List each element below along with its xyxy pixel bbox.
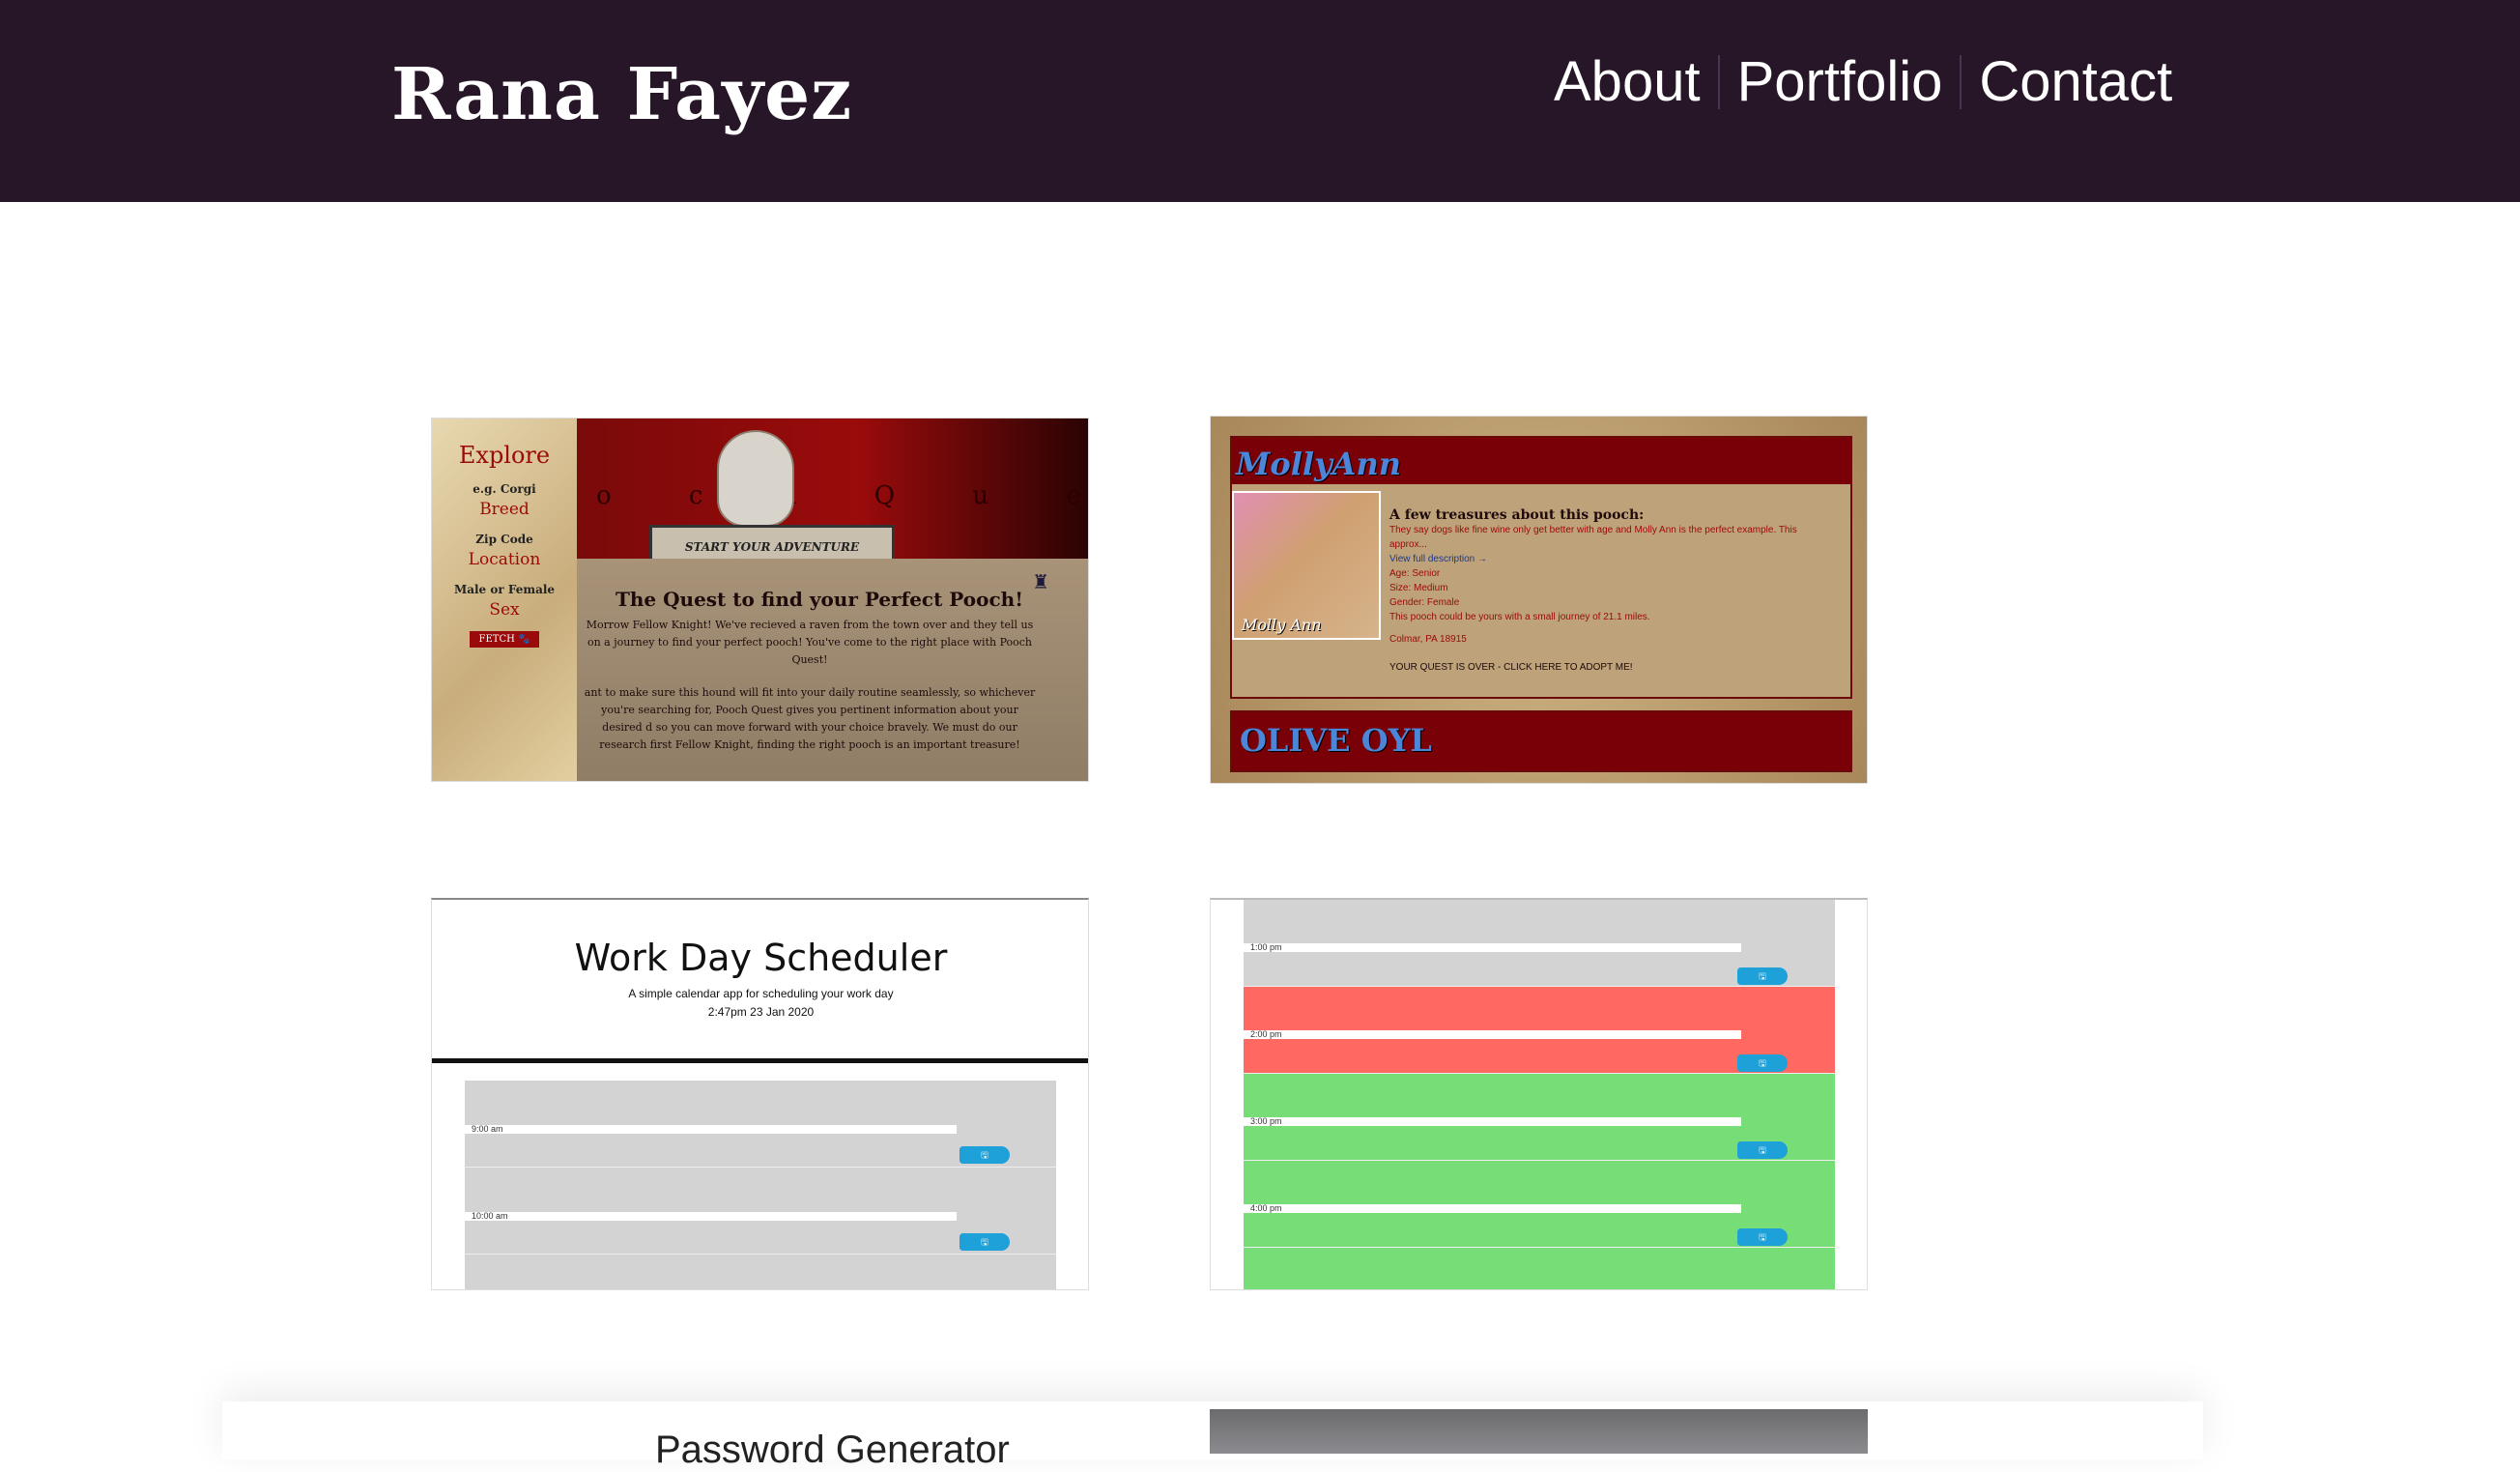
ma-next-name: OLIVE OYL xyxy=(1240,722,1432,759)
pq-sidebar: Explore e.g. Corgi Breed Zip Code Locati… xyxy=(432,419,579,781)
pq-para-1: Morrow Fellow Knight! We've recieved a r… xyxy=(586,619,1034,666)
save-icon: 🖫 xyxy=(959,1233,1010,1251)
wr-hour-row-past: 1:00 pm 🖫 xyxy=(1244,900,1835,987)
ws-subtitle: A simple calendar app for scheduling you… xyxy=(628,987,894,1000)
ws-hour-row: 10:00 am 🖫 xyxy=(465,1168,1056,1255)
dog-photo-image: Molly Ann xyxy=(1232,491,1381,640)
save-icon: 🖫 xyxy=(1737,967,1788,985)
nav-about[interactable]: About xyxy=(1536,43,1718,121)
nav-contact[interactable]: Contact xyxy=(1962,43,2190,121)
nav-portfolio[interactable]: Portfolio xyxy=(1720,43,1961,121)
castle-icon: ♜ xyxy=(1032,572,1049,593)
project-card-scheduler-colors[interactable]: 1:00 pm 🖫 2:00 pm 🖫 3:00 pm 🖫 4:00 pm 🖫 xyxy=(1210,898,1868,1290)
ws-datetime: 2:47pm 23 Jan 2020 xyxy=(707,1005,815,1019)
pq-breed: Breed xyxy=(479,500,530,519)
ma-more-link: View full description → xyxy=(1389,554,1487,564)
pq-fetch-button: FETCH 🐾 xyxy=(469,631,540,648)
pg-title: Password Generator xyxy=(655,1429,1010,1471)
pq-breed-hint: e.g. Corgi xyxy=(472,482,536,496)
ws-hour-label: 9:00 am xyxy=(465,1125,957,1134)
ma-dog-name: MollyAnn xyxy=(1236,446,1402,482)
ma-info: A few treasures about this pooch: They s… xyxy=(1389,508,1834,675)
ws-divider xyxy=(432,1058,1088,1063)
pq-para-2: ant to make sure this hound will fit int… xyxy=(584,686,1036,751)
project-card-scheduler[interactable]: Work Day Scheduler A simple calendar app… xyxy=(431,898,1089,1290)
ma-heading: A few treasures about this pooch: xyxy=(1389,507,1645,523)
main-nav: About Portfolio Contact xyxy=(1536,43,2190,121)
wr-hour-row-future xyxy=(1244,1248,1835,1289)
wr-hour-label: 3:00 pm xyxy=(1244,1117,1741,1126)
ma-location: Colmar, PA 18915 xyxy=(1389,634,1467,645)
dog-logo-icon xyxy=(717,430,794,527)
ma-journey: This pooch could be yours with a small j… xyxy=(1389,612,1650,622)
pq-quest-title: The Quest to find your Perfect Pooch! xyxy=(616,588,1023,611)
ma-desc: They say dogs like fine wine only get be… xyxy=(1389,525,1797,550)
ma-adopt-cta: YOUR QUEST IS OVER - CLICK HERE TO ADOPT… xyxy=(1389,662,1633,673)
project-card-pooch-quest[interactable]: Explore e.g. Corgi Breed Zip Code Locati… xyxy=(431,418,1089,782)
ws-title: Work Day Scheduler xyxy=(574,937,948,979)
save-icon: 🖫 xyxy=(1737,1054,1788,1072)
wr-hour-row-present: 2:00 pm 🖫 xyxy=(1244,987,1835,1074)
save-icon: 🖫 xyxy=(959,1146,1010,1164)
pq-sex: Sex xyxy=(489,600,520,620)
ma-age: Age: Senior xyxy=(1389,568,1441,579)
ws-hour-label: 10:00 am xyxy=(465,1212,957,1221)
wr-hour-label: 2:00 pm xyxy=(1244,1030,1741,1039)
site-header: Rana Fayez About Portfolio Contact xyxy=(0,0,2520,202)
ws-hour-row xyxy=(465,1255,1056,1289)
ws-hour-row: 9:00 am 🖫 xyxy=(465,1081,1056,1168)
wr-hour-row-future: 4:00 pm 🖫 xyxy=(1244,1161,1835,1248)
pq-banner-letters: o c h Q u e s t xyxy=(596,481,1088,510)
save-icon: 🖫 xyxy=(1737,1228,1788,1246)
wr-hour-row-future: 3:00 pm 🖫 xyxy=(1244,1074,1835,1161)
pq-zip-hint: Zip Code xyxy=(475,533,533,546)
wr-hour-label: 4:00 pm xyxy=(1244,1204,1741,1213)
pq-body: ♜ The Quest to find your Perfect Pooch! … xyxy=(577,559,1088,781)
pq-explore: Explore xyxy=(458,442,551,469)
save-icon: 🖫 xyxy=(1737,1141,1788,1159)
site-brand[interactable]: Rana Fayez xyxy=(391,53,852,136)
pq-location: Location xyxy=(468,550,541,569)
project-card-pooch-results[interactable]: MollyAnn Molly Ann A few treasures about… xyxy=(1210,416,1868,784)
ma-size: Size: Medium xyxy=(1389,583,1448,593)
ma-photo-caption: Molly Ann xyxy=(1242,616,1322,634)
wr-hour-label: 1:00 pm xyxy=(1244,943,1741,952)
pq-sex-hint: Male or Female xyxy=(453,583,556,596)
ma-gender: Gender: Female xyxy=(1389,597,1460,608)
project-card-photo[interactable] xyxy=(1210,1409,1868,1454)
